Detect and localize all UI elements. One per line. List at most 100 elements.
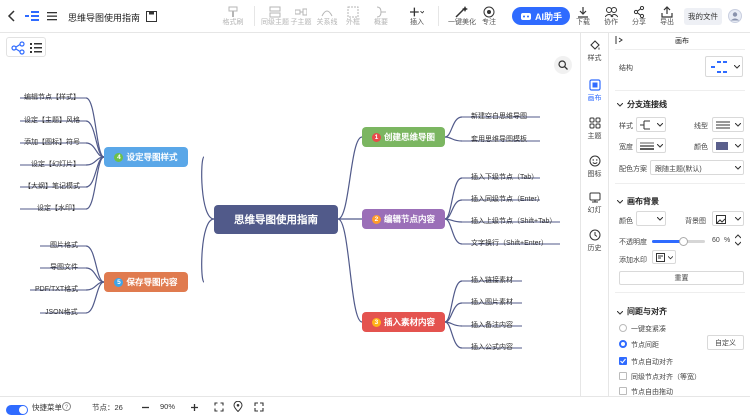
color-scheme-select[interactable]: 跟随主题(默认) xyxy=(650,160,744,175)
rail-canvas-label: 画布 xyxy=(587,95,602,102)
reset-button[interactable]: 重置 xyxy=(619,271,744,285)
chevron-down-icon xyxy=(657,217,663,221)
document-title[interactable]: 思维导图使用指南 xyxy=(68,11,140,24)
panel-header: 画布 xyxy=(675,38,689,45)
line-style-label: 样式 xyxy=(619,123,633,130)
section-collapse-icon[interactable] xyxy=(616,100,624,109)
leaf-node[interactable]: 插入公式内容 xyxy=(471,342,513,352)
compact-radio[interactable] xyxy=(619,324,627,332)
leaf-node[interactable]: 导图文件 xyxy=(50,262,78,272)
canvas-settings-panel: 画布 结构 分支连接线 样式 线型 宽度 颜色 配色方案 跟随主题(默认) 画布… xyxy=(608,33,750,396)
free-drag-checkbox[interactable] xyxy=(619,387,627,395)
rail-slides-label: 幻灯 xyxy=(587,207,602,214)
rail-slides[interactable]: 幻灯 xyxy=(581,187,608,217)
ai-assistant-button[interactable]: AI助手 xyxy=(512,7,570,25)
leaf-node[interactable]: 编辑节点【样式】 xyxy=(24,92,80,102)
branch-label: 插入素材内容 xyxy=(383,317,435,327)
zoom-in-icon[interactable] xyxy=(190,403,199,414)
opacity-stepper-icon[interactable] xyxy=(734,234,742,248)
paint-icon xyxy=(589,39,601,51)
help-icon[interactable]: ? xyxy=(62,402,71,413)
leaf-node[interactable]: 图片格式 xyxy=(50,240,78,250)
user-avatar-icon[interactable] xyxy=(728,9,742,23)
section-collapse-icon[interactable] xyxy=(616,308,624,317)
leaf-node[interactable]: 设定【主题】风格 xyxy=(24,115,80,125)
outer-frame-label: 外框 xyxy=(346,19,360,26)
menu-icon[interactable] xyxy=(45,9,59,23)
leaf-node[interactable]: 文字换行（Shift+Enter） xyxy=(471,238,548,248)
leaf-node[interactable]: 插入下级节点（Tab） xyxy=(471,172,538,182)
leaf-node[interactable]: JSON格式 xyxy=(45,307,78,317)
zoom-level[interactable]: 90% xyxy=(160,402,175,411)
quick-menu-toggle[interactable] xyxy=(6,405,28,415)
chevron-down-icon xyxy=(734,65,740,69)
panel-divider xyxy=(615,49,745,50)
leaf-node[interactable]: PDF/TXT格式 xyxy=(35,284,78,294)
opacity-value[interactable]: 60 xyxy=(712,237,720,244)
root-topic[interactable]: 思维导图使用指南 xyxy=(214,205,338,234)
compact-radio-label: 一键变紧凑 xyxy=(631,326,666,333)
panel-divider xyxy=(615,292,745,293)
zoom-out-icon[interactable] xyxy=(141,403,150,414)
leaf-node[interactable]: 新建空白思维导图 xyxy=(471,111,527,121)
leaf-node[interactable]: 插入上级节点（Shift+Tab） xyxy=(471,216,556,226)
opacity-slider-thumb[interactable] xyxy=(679,237,689,246)
leaf-node[interactable]: 插入同级节点（Enter） xyxy=(471,194,544,204)
rail-theme[interactable]: 主题 xyxy=(581,113,608,143)
panel-collapse-icon[interactable] xyxy=(615,35,625,47)
line-width-select[interactable] xyxy=(636,138,666,153)
custom-spacing-label: 自定义 xyxy=(715,339,736,347)
locate-icon[interactable] xyxy=(233,400,243,414)
line-type-select[interactable] xyxy=(712,117,744,132)
leaf-node[interactable]: 【大纲】笔记模式 xyxy=(24,181,80,191)
emoji-icon xyxy=(589,155,601,167)
rail-icon[interactable]: 图标 xyxy=(581,151,608,181)
branch-node[interactable]: 2 编辑节点内容 xyxy=(362,209,445,229)
leaf-node[interactable]: 插入链接素材 xyxy=(471,275,513,285)
section-collapse-icon[interactable] xyxy=(616,197,624,206)
structure-select[interactable] xyxy=(705,56,743,77)
branch-node[interactable]: 4 设定导图样式 xyxy=(104,147,188,167)
leaf-node[interactable]: 添加【图标】符号 xyxy=(24,137,80,147)
canvas-icon xyxy=(588,79,601,91)
leaf-node[interactable]: 设定【水印】 xyxy=(37,203,79,213)
spacing-align-title: 间距与对齐 xyxy=(627,307,667,316)
ai-robot-icon xyxy=(520,13,531,20)
line-color-select[interactable] xyxy=(712,138,744,153)
save-icon[interactable] xyxy=(144,9,158,23)
branch-node[interactable]: 5 保存导图内容 xyxy=(104,272,188,292)
watermark-select[interactable] xyxy=(652,250,676,264)
line-style-select[interactable] xyxy=(636,117,666,132)
node-spacing-radio[interactable] xyxy=(619,340,627,348)
opacity-slider[interactable] xyxy=(652,237,705,246)
fit-screen-icon[interactable] xyxy=(214,402,224,414)
auto-align-checkbox[interactable] xyxy=(619,357,627,365)
leaf-node[interactable]: 设定【幻灯片】 xyxy=(31,159,80,169)
rail-canvas[interactable]: 画布 xyxy=(581,75,608,105)
opacity-label: 不透明度 xyxy=(619,239,647,246)
bg-color-select[interactable] xyxy=(636,211,666,226)
back-icon[interactable] xyxy=(5,9,19,23)
insert-label: 插入 xyxy=(410,19,424,26)
leaf-node[interactable]: 套用思维导图模板 xyxy=(471,134,527,144)
format-brush-label: 格式刷 xyxy=(222,19,244,26)
branch-node[interactable]: 3 插入素材内容 xyxy=(362,312,445,332)
leaf-node[interactable]: 插入备注内容 xyxy=(471,320,513,330)
rail-history[interactable]: 历史 xyxy=(581,225,608,255)
outline-toggle-icon[interactable] xyxy=(25,9,39,23)
branch-label: 创建思维导图 xyxy=(383,132,435,142)
bg-image-select[interactable] xyxy=(712,211,744,226)
chevron-down-icon xyxy=(735,123,741,127)
chevron-down-icon xyxy=(735,166,741,170)
my-files-button[interactable]: 我的文件 xyxy=(684,8,722,25)
priority-5-icon: 5 xyxy=(114,277,124,287)
custom-spacing-button[interactable]: 自定义 xyxy=(707,335,744,350)
sibling-align-checkbox[interactable] xyxy=(619,372,627,380)
rail-style[interactable]: 样式 xyxy=(581,35,608,65)
leaf-node[interactable]: 插入图片素材 xyxy=(471,297,513,307)
bg-image-label: 背景图 xyxy=(685,218,706,225)
branch-node[interactable]: 1 创建思维导图 xyxy=(362,127,445,147)
history-icon xyxy=(589,229,601,241)
priority-3-icon: 3 xyxy=(371,317,381,327)
fullscreen-icon[interactable] xyxy=(254,402,264,414)
